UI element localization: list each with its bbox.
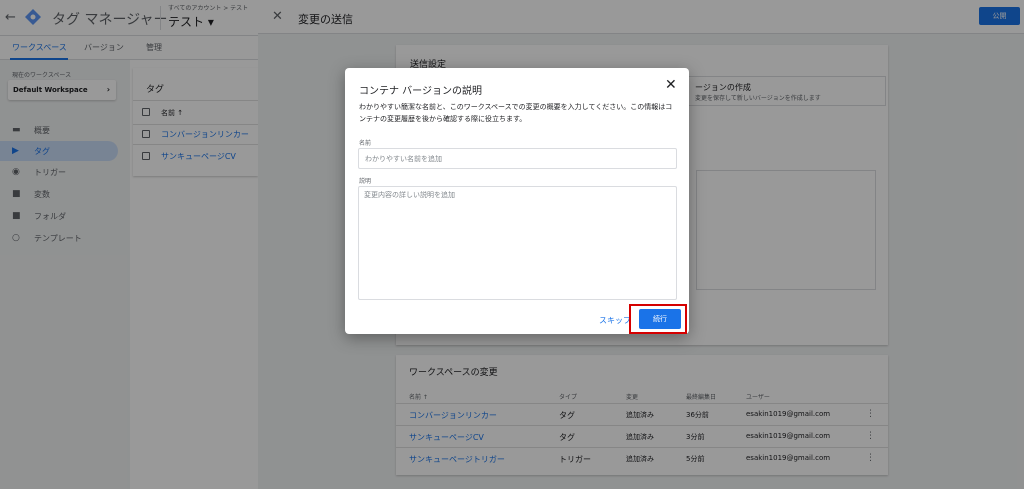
- version-name-input[interactable]: [358, 148, 677, 169]
- name-label: 名前: [359, 140, 372, 147]
- close-icon[interactable]: ✕: [665, 77, 677, 93]
- description-label: 説明: [359, 178, 372, 185]
- skip-button[interactable]: スキップ: [599, 315, 631, 326]
- dialog-title: コンテナ バージョンの説明: [359, 86, 482, 97]
- version-description-dialog: コンテナ バージョンの説明 ✕ わかりやすい簡潔な名前と、このワークスペースでの…: [345, 68, 689, 334]
- dialog-description: わかりやすい簡潔な名前と、このワークスペースでの変更の概要を入力してください。こ…: [359, 103, 673, 123]
- continue-button[interactable]: 続行: [639, 309, 681, 329]
- version-description-input[interactable]: [358, 186, 677, 300]
